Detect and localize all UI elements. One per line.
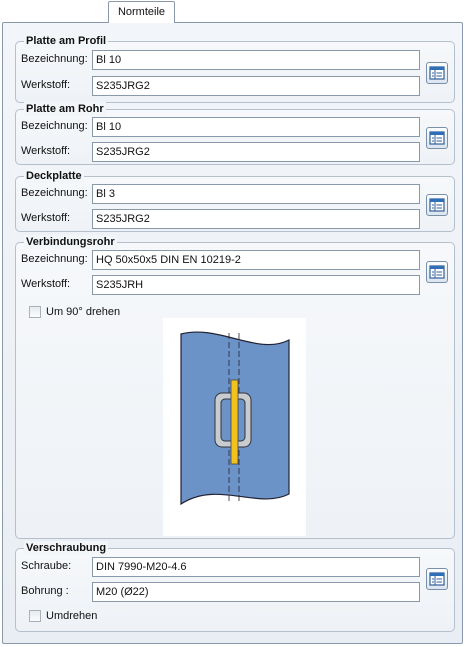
werkstoff-label: Werkstoff: (21, 278, 71, 290)
normteile-panel: Platte am Profil Bezeichnung: Bl 10 Werk… (2, 22, 463, 644)
werkstoff-field[interactable]: S235JRH (92, 275, 420, 295)
bohrung-label: Bohrung : (21, 585, 69, 597)
bezeichnung-label: Bezeichnung: (21, 120, 88, 132)
rotate-90-checkbox[interactable]: Um 90° drehen (29, 306, 120, 318)
bohrung-field[interactable]: M20 (Ø22) (92, 582, 420, 602)
schraube-label: Schraube: (21, 560, 72, 572)
umdrehen-label: Umdrehen (46, 610, 98, 622)
catalog-table-icon (429, 198, 445, 212)
group-verbindungsrohr: Verbindungsrohr Bezeichnung: HQ 50x50x5 … (15, 235, 455, 539)
group-platte-am-profil: Platte am Profil Bezeichnung: Bl 10 Werk… (15, 34, 455, 103)
bezeichnung-field[interactable]: Bl 10 (92, 117, 420, 137)
catalog-button[interactable] (426, 194, 448, 216)
group-title: Platte am Profil (24, 34, 109, 48)
catalog-table-icon (429, 265, 445, 279)
bezeichnung-label: Bezeichnung: (21, 53, 88, 65)
rotate-90-label: Um 90° drehen (46, 306, 121, 318)
checkbox-box[interactable] (29, 306, 41, 318)
bezeichnung-field[interactable]: Bl 3 (92, 184, 420, 204)
checkbox-box[interactable] (29, 610, 41, 622)
bezeichnung-field[interactable]: Bl 10 (92, 50, 420, 70)
umdrehen-checkbox[interactable]: Umdrehen (29, 610, 97, 622)
werkstoff-label: Werkstoff: (21, 79, 71, 91)
bezeichnung-field[interactable]: HQ 50x50x5 DIN EN 10219-2 (92, 250, 420, 270)
werkstoff-field[interactable]: S235JRG2 (92, 76, 420, 96)
connection-preview-drawing (180, 331, 290, 506)
werkstoff-field[interactable]: S235JRG2 (92, 209, 420, 229)
group-platte-am-rohr: Platte am Rohr Bezeichnung: Bl 10 Werkst… (15, 102, 455, 165)
catalog-button[interactable] (426, 568, 448, 590)
group-deckplatte: Deckplatte Bezeichnung: Bl 3 Werkstoff: … (15, 169, 455, 232)
catalog-table-icon (429, 131, 445, 145)
bezeichnung-label: Bezeichnung: (21, 187, 88, 199)
catalog-button[interactable] (426, 127, 448, 149)
group-title: Verbindungsrohr (24, 235, 117, 249)
schraube-field[interactable]: DIN 7990-M20-4.6 (92, 557, 420, 577)
werkstoff-field[interactable]: S235JRG2 (92, 142, 420, 162)
werkstoff-label: Werkstoff: (21, 145, 71, 157)
tab-normteile[interactable]: Normteile (108, 1, 175, 23)
connection-preview (163, 318, 306, 536)
group-verschraubung: Verschraubung Schraube: DIN 7990-M20-4.6… (15, 541, 455, 632)
catalog-button[interactable] (426, 261, 448, 283)
catalog-button[interactable] (426, 62, 448, 84)
group-title: Platte am Rohr (24, 102, 106, 116)
catalog-table-icon (429, 66, 445, 80)
bezeichnung-label: Bezeichnung: (21, 253, 88, 265)
group-title: Verschraubung (24, 541, 109, 555)
werkstoff-label: Werkstoff: (21, 212, 71, 224)
group-title: Deckplatte (24, 169, 84, 183)
catalog-table-icon (429, 572, 445, 586)
